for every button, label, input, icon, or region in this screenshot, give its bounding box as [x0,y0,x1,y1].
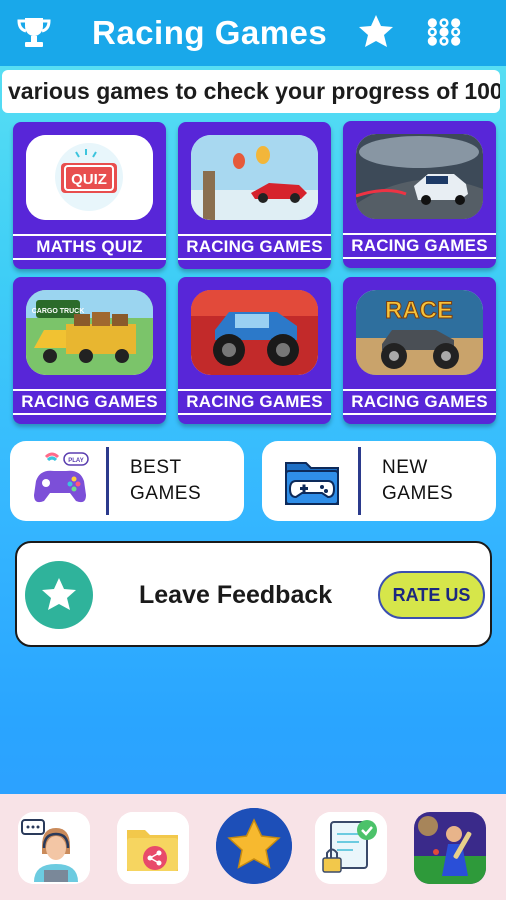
quiz-image: QUIZ [26,135,153,220]
star-badge-icon [25,561,93,629]
game-folder-icon [282,451,342,511]
share-folder-icon[interactable] [117,812,189,884]
monster-truck-image [191,290,318,375]
tile-label: MATHS QUIZ [13,234,166,260]
leave-feedback-text: Leave Feedback [139,581,333,609]
tile-racing-4[interactable]: RACING GAMES [178,277,331,424]
tile-racing-2[interactable]: RACING GAMES [343,121,496,268]
cricket-game-icon[interactable] [414,812,486,884]
tile-racing-3[interactable]: CARGO TRUCK RACING GAMES [13,277,166,424]
svg-text:RACE: RACE [385,297,453,324]
police-car-image [356,134,483,219]
rate-us-button[interactable]: RATE US [378,571,485,619]
marquee-text: various games to check your progress of … [8,78,500,104]
svg-text:PLAY: PLAY [68,458,83,464]
feedback-card: Leave Feedback RATE US [15,541,492,647]
tile-label: RACING GAMES [13,389,166,415]
grid-dots-icon[interactable] [424,12,464,52]
svg-text:CARGO TRUCK: CARGO TRUCK [32,308,85,315]
tile-label: RACING GAMES [343,389,496,415]
best-games-card[interactable]: PLAY BEST GAMES [10,441,244,521]
new-games-label: NEW GAMES [382,457,454,504]
card-divider [358,447,361,515]
progress-marquee: various games to check your progress of … [2,70,500,113]
card-divider [106,447,109,515]
star-icon[interactable] [356,12,396,52]
tile-maths-quiz[interactable]: QUIZ MATHS QUIZ [13,122,166,269]
best-games-label: BEST GAMES [130,457,202,504]
tile-racing-5[interactable]: RACE RACING GAMES [343,277,496,424]
secure-document-icon[interactable] [315,812,387,884]
star-icon[interactable] [216,808,292,884]
tile-label: RACING GAMES [178,389,331,415]
svg-text:QUIZ: QUIZ [71,171,107,188]
cargo-truck-image: CARGO TRUCK [26,290,153,375]
new-games-card[interactable]: NEW GAMES [262,441,496,521]
tile-racing-1[interactable]: RACING GAMES [178,122,331,269]
gamepad-icon: PLAY [30,451,90,511]
trophy-icon[interactable] [14,12,54,52]
tile-label: RACING GAMES [343,233,496,259]
tile-label: RACING GAMES [178,234,331,260]
bottom-nav [0,794,506,900]
support-agent-icon[interactable] [18,812,90,884]
race-monster-truck-image: RACE [356,290,483,375]
page-title: Racing Games [92,14,328,51]
app-header: Racing Games [0,0,506,66]
balloon-car-image [191,135,318,220]
